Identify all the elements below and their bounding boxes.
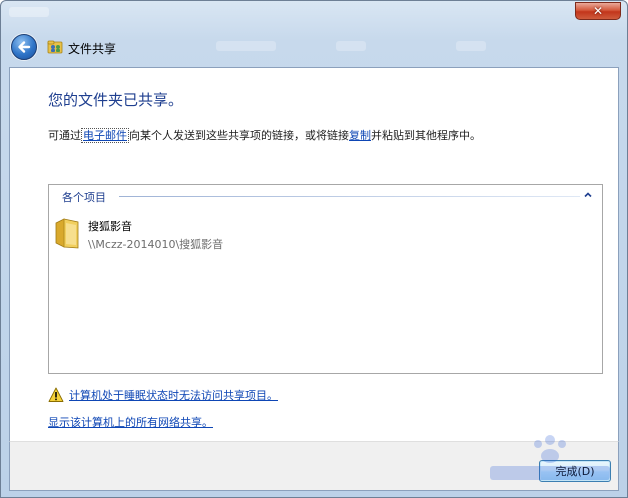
folder-icon — [55, 218, 79, 249]
copy-link[interactable]: 复制 — [349, 129, 371, 142]
group-header[interactable]: 各个项目 — [49, 185, 602, 207]
wizard-title: 文件共享 — [68, 42, 117, 56]
instruction-text: 可通过 电子邮件 向某个人发送到这些共享项的链接，或将链接复制并粘贴到其他程序中。 — [48, 127, 608, 143]
group-label: 各个项目 — [62, 191, 106, 204]
title-bar-blur — [9, 7, 49, 17]
show-all-shares-link[interactable]: 显示该计算机上的所有网络共享。 — [48, 414, 213, 430]
back-arrow-icon — [18, 41, 31, 53]
wizard-nav-bar: 文件共享 — [2, 25, 628, 67]
file-sharing-icon — [47, 40, 63, 54]
instruction-middle: 向某个人发送到这些共享项的链接，或将链接 — [129, 129, 349, 142]
email-link[interactable]: 电子邮件 — [81, 128, 129, 143]
instruction-prefix: 可通过 — [48, 129, 81, 142]
sleep-warning-row: 计算机处于睡眠状态时无法访问共享项目。 — [48, 386, 278, 404]
shared-items-panel: 各个项目 搜狐影音 \\Mczz-2014010\搜狐影音 — [48, 184, 603, 374]
sleep-warning-link[interactable]: 计算机处于睡眠状态时无法访问共享项目。 — [69, 387, 278, 403]
content-area: 您的文件夹已共享。 可通过 电子邮件 向某个人发送到这些共享项的链接，或将链接复制并… — [9, 67, 619, 441]
list-item[interactable]: 搜狐影音 \\Mczz-2014010\搜狐影音 — [54, 213, 354, 253]
close-icon: ✕ — [592, 4, 604, 18]
instruction-suffix: 并粘贴到其他程序中。 — [371, 129, 481, 142]
footer-bar: 完成(D) — [9, 441, 619, 491]
back-button[interactable] — [11, 34, 37, 60]
finish-button[interactable]: 完成(D) — [539, 460, 611, 482]
item-path: \\Mczz-2014010\搜狐影音 — [88, 238, 224, 251]
chevron-up-icon[interactable] — [582, 189, 594, 201]
item-name: 搜狐影音 — [88, 220, 132, 233]
group-divider — [119, 196, 580, 197]
close-button[interactable]: ✕ — [575, 2, 621, 20]
warning-icon — [48, 387, 64, 402]
window-frame: ✕ 文件共享 您的文件夹已共享。 可通过 电子邮件 向某个人发送到这些共享项的链接，… — [0, 0, 628, 498]
page-heading: 您的文件夹已共享。 — [48, 91, 184, 109]
